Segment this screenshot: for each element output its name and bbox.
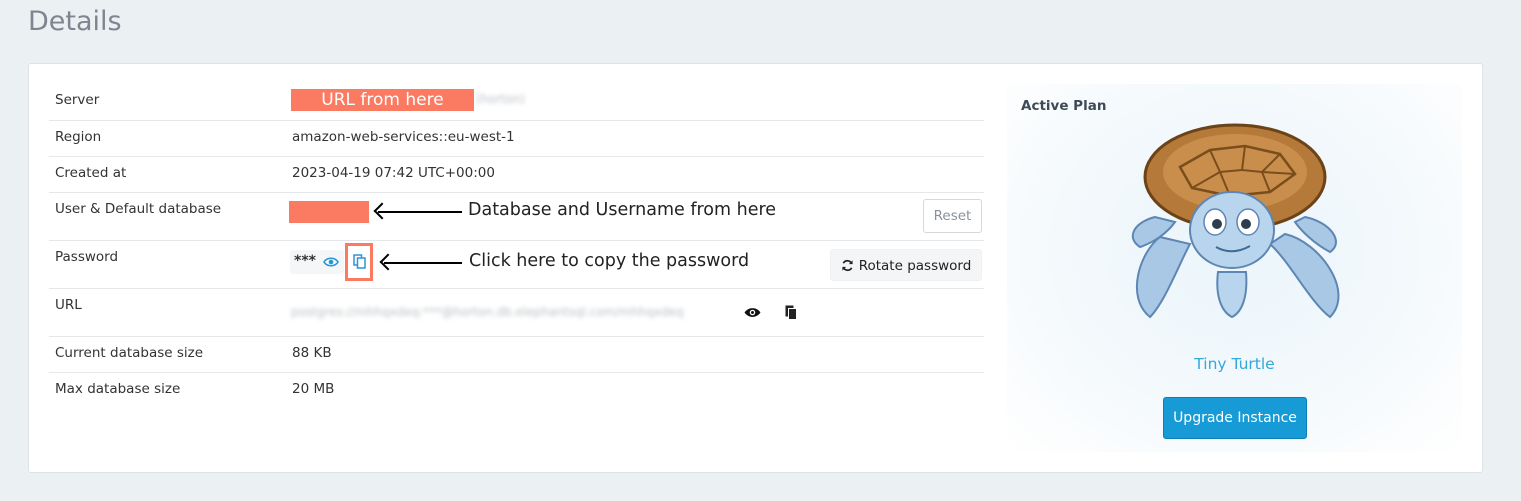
- row-user-db: User & Default database Database and Use…: [49, 192, 984, 240]
- row-region: Region amazon-web-services::eu-west-1: [49, 120, 984, 156]
- row-password: Password *** Click here to copy the pass…: [49, 240, 984, 288]
- password-field: ***: [290, 249, 344, 274]
- created-at-label: Created at: [55, 164, 127, 181]
- created-at-value: 2023-04-19 07:42 UTC+00:00: [292, 164, 495, 181]
- connection-url: postgres://mhhqxdeq:***@horton.db.elepha…: [291, 304, 684, 319]
- server-label: Server: [55, 92, 100, 108]
- region-value: amazon-web-services::eu-west-1: [292, 128, 515, 145]
- user-db-redaction: [289, 200, 369, 223]
- copy-password-annotation: Click here to copy the password: [469, 250, 750, 271]
- password-mask: ***: [294, 252, 316, 269]
- upgrade-instance-button[interactable]: Upgrade Instance: [1163, 397, 1307, 439]
- rotate-password-label: Rotate password: [858, 257, 972, 274]
- row-created-at: Created at 2023-04-19 07:42 UTC+00:00: [49, 156, 984, 192]
- page-title: Details: [28, 6, 122, 37]
- db-user-annotation: Database and Username from here: [468, 199, 777, 220]
- turtle-mascot: [1131, 123, 1340, 319]
- details-table: Server URL from here (horton) Region ama…: [49, 84, 984, 408]
- row-url: URL postgres://mhhqxdeq:***@horton.db.el…: [49, 288, 984, 336]
- active-plan-label: Active Plan: [1021, 98, 1107, 114]
- max-size-label: Max database size: [55, 380, 181, 397]
- copy-icon[interactable]: [353, 253, 366, 273]
- eye-icon[interactable]: [323, 255, 339, 273]
- max-size-value: 20 MB: [292, 380, 335, 397]
- plan-name: Tiny Turtle: [1194, 355, 1275, 373]
- arrow-copy-password: [384, 261, 462, 264]
- copy-icon[interactable]: [785, 305, 797, 324]
- region-label: Region: [55, 128, 102, 145]
- refresh-icon: [842, 259, 853, 271]
- arrow-db-user: [378, 210, 462, 213]
- current-size-label: Current database size: [55, 344, 204, 361]
- url-label: URL: [55, 296, 82, 313]
- row-current-size: Current database size 88 KB: [49, 336, 984, 372]
- details-card: Server URL from here (horton) Region ama…: [28, 63, 1483, 473]
- password-label: Password: [55, 248, 119, 265]
- user-db-label: User & Default database: [55, 200, 222, 217]
- server-hostname: (horton): [476, 92, 525, 106]
- reset-button[interactable]: Reset: [923, 198, 982, 233]
- server-url-redaction: URL from here: [291, 89, 474, 111]
- rotate-password-button[interactable]: Rotate password: [830, 248, 982, 281]
- row-max-size: Max database size 20 MB: [49, 372, 984, 408]
- eye-icon[interactable]: [744, 306, 761, 323]
- row-server: Server URL from here (horton): [49, 84, 984, 120]
- active-plan-panel: Active Plan Tiny Turtle Upgrade Instance: [1007, 84, 1462, 452]
- current-size-value: 88 KB: [292, 344, 332, 361]
